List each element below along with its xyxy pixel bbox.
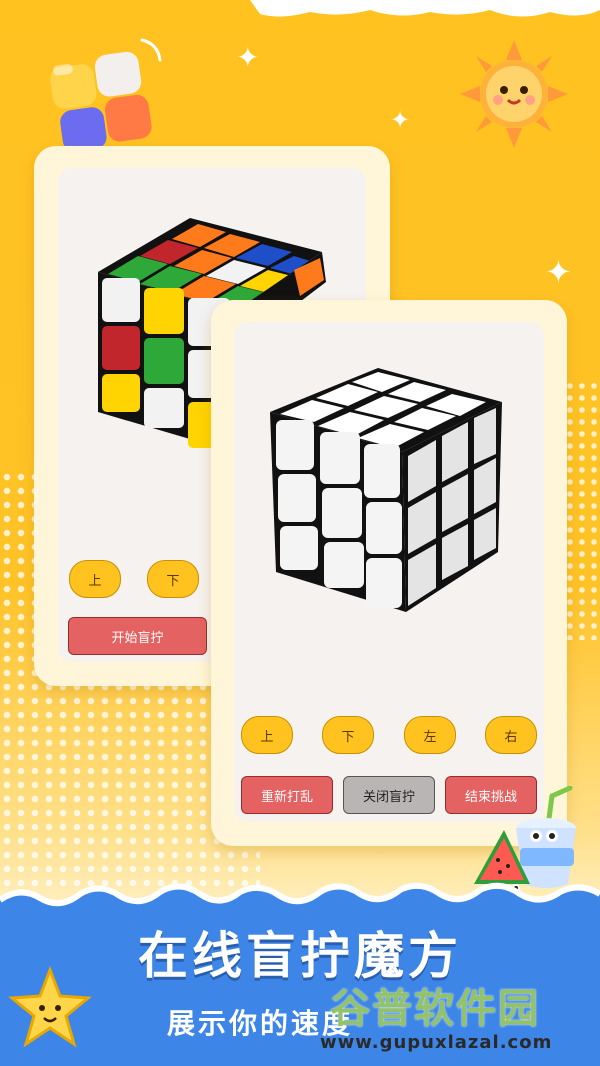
star-icon — [8, 966, 92, 1048]
down-button[interactable]: 下 — [322, 716, 374, 754]
paper-edge-top — [250, 0, 600, 17]
sparkle-icon: ✦ — [390, 106, 411, 134]
sparkle-icon: ✦ — [236, 41, 260, 74]
swoosh-icon — [140, 38, 162, 62]
watermark-brand: 谷普软件园 — [330, 986, 540, 1032]
close-blind-button[interactable]: 关闭盲拧 — [343, 776, 435, 814]
sparkle-icon: ✦ — [545, 253, 572, 291]
blank-cube-icon[interactable] — [266, 362, 506, 614]
start-blind-button[interactable]: 开始盲拧 — [68, 617, 207, 655]
sun-icon — [460, 40, 568, 148]
left-button[interactable]: 左 — [404, 716, 456, 754]
watermark-url: www.gupuxlazal.com — [320, 1032, 553, 1053]
mini-cube-icon — [50, 51, 152, 152]
back-down-button[interactable]: 下 — [147, 560, 199, 598]
back-up-button[interactable]: 上 — [69, 560, 121, 598]
rescramble-button[interactable]: 重新打乱 — [241, 776, 333, 814]
right-button[interactable]: 右 — [485, 716, 537, 754]
up-button[interactable]: 上 — [241, 716, 293, 754]
